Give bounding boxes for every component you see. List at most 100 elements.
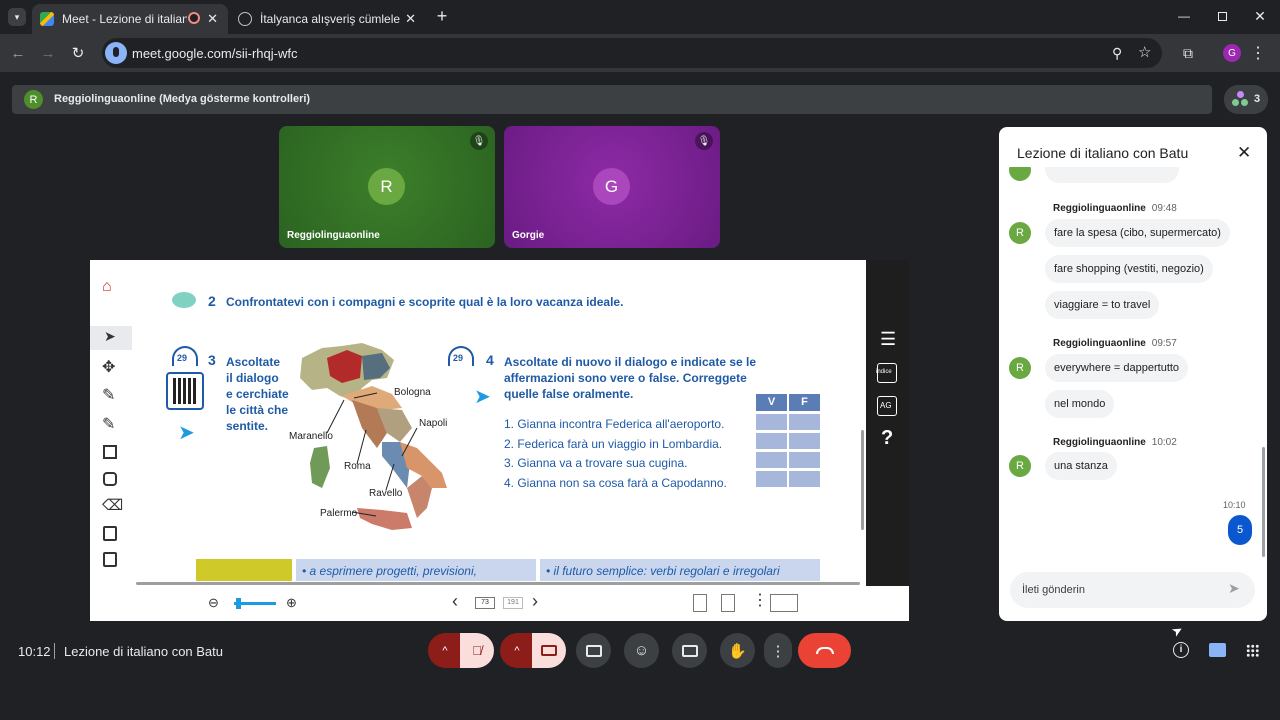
sender-name: Reggiolinguaonline (1053, 437, 1146, 448)
tab-meet[interactable]: Meet - Lezione di italiano c ✕ (32, 4, 228, 34)
meeting-info-icon[interactable]: i (1173, 642, 1189, 658)
browser-menu-button[interactable]: ⋮ (1250, 43, 1266, 63)
grammar-text: • il futuro semplice: verbi regolari e i… (546, 564, 780, 578)
text-line: e cerchiate (226, 387, 289, 401)
chat-icon[interactable] (1209, 643, 1226, 657)
leave-call-button[interactable] (798, 633, 851, 668)
clipboard-icon[interactable] (103, 526, 117, 541)
index-label: indice (876, 369, 892, 375)
new-tab-button[interactable]: + (432, 6, 452, 26)
zoom-slider-thumb[interactable] (236, 598, 241, 609)
tab-search-button[interactable]: ▾ (8, 8, 26, 26)
answer-cell[interactable] (756, 452, 787, 468)
bookmark-star-icon[interactable]: ☆ (1138, 43, 1151, 61)
close-chat-icon[interactable]: ✕ (1237, 143, 1251, 163)
select-tool[interactable]: ➤ (90, 326, 132, 350)
horizontal-scrollbar[interactable] (136, 582, 860, 585)
hand-icon: ✋ (728, 642, 747, 660)
meeting-time: 10:12 (18, 644, 51, 659)
close-window-button[interactable]: ✕ (1250, 6, 1270, 26)
list-icon[interactable]: ☰ (880, 329, 896, 350)
fit-height-icon[interactable] (693, 594, 707, 612)
camera-toggle-button[interactable] (532, 633, 566, 668)
participant-tile[interactable]: R 🎙 Reggiolinguaonline (279, 126, 495, 248)
move-icon[interactable]: ✥ (102, 357, 115, 377)
home-icon[interactable]: ⌂ (102, 278, 112, 296)
zoom-in-icon[interactable]: ⊕ (286, 595, 297, 611)
audio-track-badge: 29 (453, 353, 464, 363)
zoom-slider[interactable] (234, 598, 276, 609)
answer-cell[interactable] (789, 433, 820, 449)
mic-options-button[interactable]: ^ (428, 633, 462, 668)
activities-grid-icon[interactable] (1246, 644, 1259, 657)
map-label-bologna: Bologna (394, 387, 431, 398)
pencil-icon[interactable]: ✎ (102, 385, 115, 405)
chat-message: everywhere = dappertutto (1045, 354, 1189, 382)
page-number-field[interactable]: 73 (475, 597, 495, 609)
help-icon[interactable]: ? (881, 427, 893, 450)
pen-icon[interactable]: ✎ (102, 414, 115, 434)
more-options-icon[interactable]: ⋮ (752, 590, 768, 610)
vertical-scrollbar[interactable] (861, 430, 864, 530)
audio-track-badge: 29 (177, 353, 188, 363)
more-options-button[interactable]: ⋮ (764, 633, 792, 668)
restore-button[interactable] (1212, 6, 1232, 26)
puzzle-icon: ⧉ (1183, 44, 1193, 61)
text-line: le città che (226, 403, 289, 417)
notes-icon[interactable] (103, 552, 117, 567)
reload-button[interactable]: ↻ (68, 43, 88, 63)
board-left-toolbar: ⌂ ➤ ✥ ✎ ✎ ⌫ (90, 260, 132, 586)
participants-count: 3 (1254, 93, 1261, 105)
rectangle-icon[interactable] (103, 445, 117, 459)
previous-page-icon[interactable]: ‹ (452, 591, 458, 612)
avatar-initial: R (1016, 362, 1024, 374)
kebab-menu-icon: ⋮ (770, 642, 786, 660)
back-button[interactable]: ← (8, 43, 28, 63)
presenter-avatar: R (24, 90, 43, 109)
present-button[interactable] (576, 633, 611, 668)
chat-input[interactable]: İleti gönderin ➤ (1010, 572, 1255, 608)
captions-button[interactable] (672, 633, 707, 668)
answer-cell[interactable] (789, 414, 820, 430)
shapes-icon[interactable] (103, 472, 117, 486)
answer-cell[interactable] (756, 471, 787, 487)
chevron-down-icon: ▾ (14, 11, 20, 22)
zoom-search-icon[interactable]: ⚲ (1112, 45, 1122, 62)
answer-cell[interactable] (756, 414, 787, 430)
chat-scrollbar[interactable] (1262, 447, 1265, 557)
chat-message: fare la spesa (cibo, supermercato) (1045, 219, 1230, 247)
participant-initial: R (380, 176, 393, 196)
double-page-icon[interactable] (770, 594, 798, 612)
address-bar[interactable]: meet.google.com/sii-rhqj-wfc ⚲ ☆ (102, 38, 1162, 68)
translate-button[interactable]: AG (877, 396, 897, 416)
close-tab-icon[interactable]: ✕ (405, 11, 416, 27)
answer-cell[interactable] (756, 433, 787, 449)
sender-avatar (1009, 167, 1031, 181)
forward-button[interactable]: → (38, 43, 58, 63)
participant-tile[interactable]: G 🎙 Gorgie (504, 126, 720, 248)
next-page-icon[interactable]: › (532, 591, 538, 612)
statements-list: 1. Gianna incontra Federica all'aeroport… (504, 415, 727, 494)
eraser-icon[interactable]: ⌫ (102, 496, 123, 514)
plus-icon: + (436, 5, 448, 26)
fit-width-icon[interactable] (721, 594, 735, 612)
send-icon[interactable]: ➤ (1228, 580, 1240, 597)
message-time: 09:57 (1151, 338, 1177, 349)
participants-button[interactable]: 3 (1224, 85, 1268, 114)
tab-italyanca[interactable]: İtalyanca alışveriş cümleleri ✕ (230, 4, 426, 34)
profile-avatar[interactable]: G (1223, 44, 1241, 62)
index-button[interactable]: indice (876, 363, 897, 383)
extensions-button[interactable]: ⧉ (1178, 43, 1198, 63)
mic-toggle-button[interactable]: 🎙̸ (460, 633, 494, 668)
answer-cell[interactable] (789, 452, 820, 468)
answer-cell[interactable] (789, 471, 820, 487)
map-label-napoli: Napoli (419, 418, 448, 429)
reactions-button[interactable]: ☺ (624, 633, 659, 668)
camera-options-button[interactable]: ^ (500, 633, 534, 668)
raise-hand-button[interactable]: ✋ (720, 633, 755, 668)
translate-label: AG (880, 401, 892, 410)
close-tab-icon[interactable]: ✕ (207, 11, 218, 27)
sender-avatar: R (1009, 357, 1031, 379)
zoom-out-icon[interactable]: ⊖ (208, 595, 219, 611)
minimize-button[interactable]: — (1174, 6, 1194, 26)
